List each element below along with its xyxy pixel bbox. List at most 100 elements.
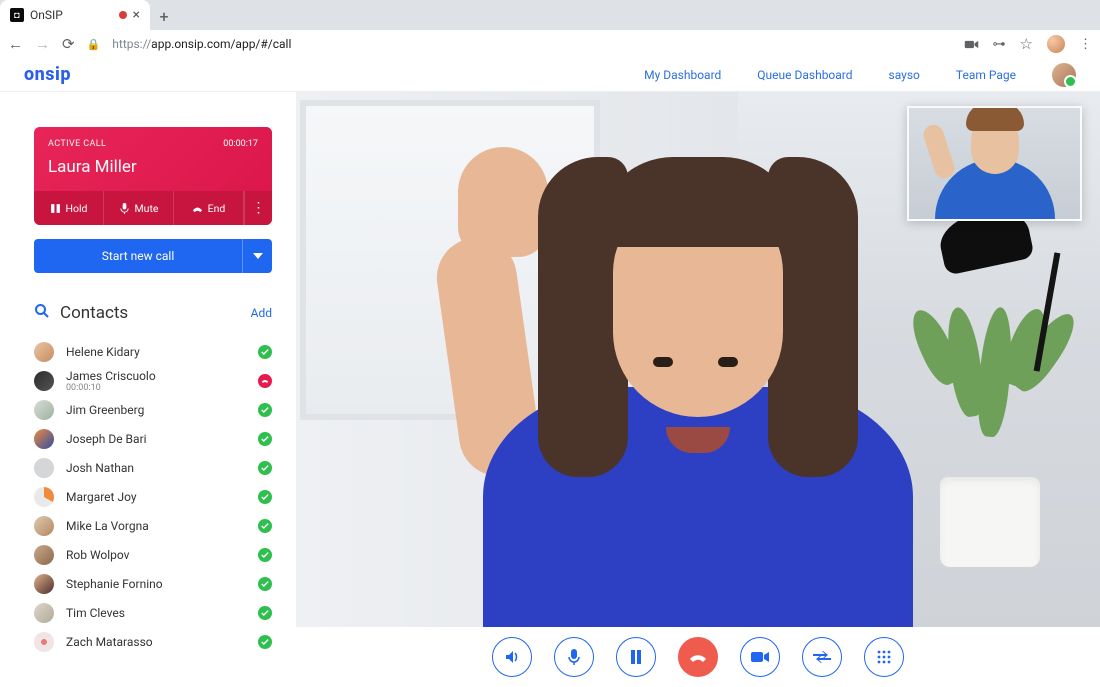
video-button[interactable] xyxy=(740,637,780,677)
contact-item[interactable]: Mike La Vorgna xyxy=(34,511,272,540)
contact-item[interactable]: Tim Cleves xyxy=(34,598,272,627)
nav-team-page[interactable]: Team Page xyxy=(956,68,1016,82)
add-contact-button[interactable]: Add xyxy=(251,306,272,320)
status-icon xyxy=(258,490,272,504)
lock-icon: 🔒 xyxy=(87,38,101,51)
contact-text: Helene Kidary xyxy=(66,345,140,359)
new-tab-button[interactable]: + xyxy=(150,2,178,30)
active-call-header: ACTIVE CALL 00:00:17 Laura Miller xyxy=(34,127,272,191)
contact-text: Josh Nathan xyxy=(66,461,134,475)
contact-text: Rob Wolpov xyxy=(66,548,130,562)
hangup-button[interactable] xyxy=(678,637,718,677)
contacts-list: Helene Kidary James Criscuolo00:00:10 Jim … xyxy=(34,337,272,656)
call-more-button[interactable]: ⋮ xyxy=(244,191,272,225)
back-icon[interactable]: ← xyxy=(8,35,23,53)
mute-button[interactable]: Mute xyxy=(104,191,174,225)
nav-queue-dashboard[interactable]: Queue Dashboard xyxy=(757,68,852,82)
url-display[interactable]: https://app.onsip.com/app/#/call xyxy=(112,37,291,51)
contact-text: Zach Matarasso xyxy=(66,635,153,649)
tab-strip: ◘ OnSIP × + xyxy=(0,0,1100,30)
speaker-button[interactable] xyxy=(492,637,532,677)
status-icon xyxy=(258,403,272,417)
contact-name: Rob Wolpov xyxy=(66,548,130,562)
hold-label: Hold xyxy=(66,202,88,215)
search-icon[interactable] xyxy=(34,303,50,323)
contact-name: Jim Greenberg xyxy=(66,403,144,417)
reload-icon[interactable]: ⟳ xyxy=(62,35,75,53)
contact-text: Mike La Vorgna xyxy=(66,519,149,533)
contact-item[interactable]: James Criscuolo00:00:10 xyxy=(34,366,272,395)
video-area xyxy=(296,92,1100,687)
nav-links: My Dashboard Queue Dashboard sayso Team … xyxy=(644,63,1076,87)
contact-name: Joseph De Bari xyxy=(66,432,147,446)
start-call-button[interactable]: Start new call xyxy=(34,239,242,273)
contact-avatar xyxy=(34,574,54,594)
contact-name: Stephanie Fornino xyxy=(66,577,163,591)
contact-item[interactable]: Stephanie Fornino xyxy=(34,569,272,598)
status-icon xyxy=(258,606,272,620)
close-tab-icon[interactable]: × xyxy=(133,8,140,22)
address-bar: ← → ⟳ 🔒 https://app.onsip.com/app/#/call… xyxy=(0,30,1100,58)
end-label: End xyxy=(208,202,226,215)
profile-avatar[interactable] xyxy=(1047,35,1065,53)
nav-sayso[interactable]: sayso xyxy=(889,68,920,82)
contact-name: Helene Kidary xyxy=(66,345,140,359)
active-call-name: Laura Miller xyxy=(48,157,258,177)
contact-item[interactable]: Rob Wolpov xyxy=(34,540,272,569)
start-call-group: Start new call xyxy=(34,239,272,273)
contact-item[interactable]: Helene Kidary xyxy=(34,337,272,366)
bookmark-icon[interactable]: ☆ xyxy=(1020,35,1033,53)
status-icon xyxy=(258,548,272,562)
contact-avatar xyxy=(34,603,54,623)
transfer-button[interactable] xyxy=(802,637,842,677)
contact-name: Margaret Joy xyxy=(66,490,137,504)
dialpad-button[interactable] xyxy=(864,637,904,677)
contact-item[interactable]: Josh Nathan xyxy=(34,453,272,482)
contact-text: Tim Cleves xyxy=(66,606,125,620)
contact-text: Stephanie Fornino xyxy=(66,577,163,591)
status-icon xyxy=(258,461,272,475)
end-button[interactable]: End xyxy=(174,191,244,225)
status-icon xyxy=(258,432,272,446)
app-body: ACTIVE CALL 00:00:17 Laura Miller Hold M… xyxy=(0,92,1100,687)
contact-avatar xyxy=(34,632,54,652)
contacts-title: Contacts xyxy=(60,303,128,323)
active-call-actions: Hold Mute End ⋮ xyxy=(34,191,272,225)
self-video-pip[interactable] xyxy=(907,106,1082,221)
logo[interactable]: onsip xyxy=(24,64,71,85)
contact-item[interactable]: Joseph De Bari xyxy=(34,424,272,453)
active-call-timer: 00:00:17 xyxy=(223,139,258,149)
camera-icon[interactable] xyxy=(964,35,979,54)
contact-item[interactable]: Margaret Joy xyxy=(34,482,272,511)
contact-avatar xyxy=(34,342,54,362)
contact-avatar xyxy=(34,458,54,478)
contact-avatar xyxy=(34,487,54,507)
forward-icon[interactable]: → xyxy=(35,35,50,53)
nav-my-dashboard[interactable]: My Dashboard xyxy=(644,68,721,82)
contact-item[interactable]: Zach Matarasso xyxy=(34,627,272,656)
contact-item[interactable]: Jim Greenberg xyxy=(34,395,272,424)
pause-button[interactable] xyxy=(616,637,656,677)
mic-button[interactable] xyxy=(554,637,594,677)
tab-title: OnSIP xyxy=(30,8,63,22)
url-protocol: https:// xyxy=(112,37,151,51)
favicon-icon: ◘ xyxy=(10,8,24,22)
start-call-dropdown[interactable] xyxy=(242,239,272,273)
recording-icon xyxy=(119,11,127,19)
key-icon[interactable]: ⊶ xyxy=(993,37,1006,52)
contact-text: Jim Greenberg xyxy=(66,403,144,417)
contact-name: Zach Matarasso xyxy=(66,635,153,649)
app-header: onsip My Dashboard Queue Dashboard sayso… xyxy=(0,58,1100,92)
status-icon xyxy=(258,519,272,533)
url-path: app.onsip.com/app/#/call xyxy=(151,37,291,51)
contact-name: Josh Nathan xyxy=(66,461,134,475)
call-controls xyxy=(296,627,1100,687)
contact-avatar xyxy=(34,429,54,449)
status-icon xyxy=(258,345,272,359)
hold-button[interactable]: Hold xyxy=(34,191,104,225)
browser-tab[interactable]: ◘ OnSIP × xyxy=(0,0,150,30)
chrome-actions: ⊶ ☆ ⋮ xyxy=(964,35,1092,54)
user-avatar[interactable] xyxy=(1052,63,1076,87)
active-call-card: ACTIVE CALL 00:00:17 Laura Miller Hold M… xyxy=(34,127,272,225)
menu-icon[interactable]: ⋮ xyxy=(1079,37,1092,52)
